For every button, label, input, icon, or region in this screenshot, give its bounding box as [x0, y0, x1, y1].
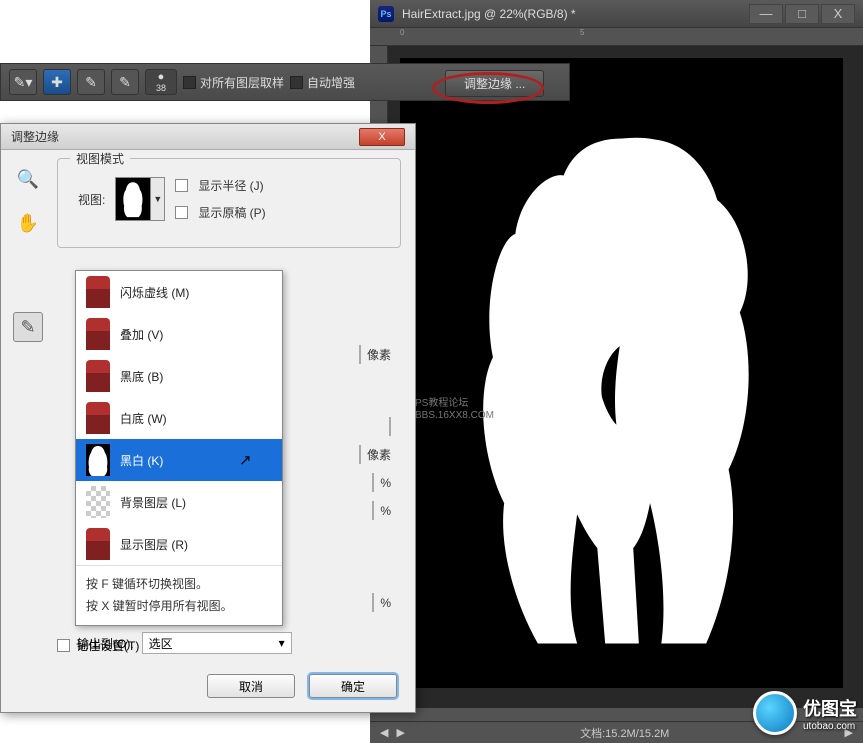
view-option-thumb — [86, 486, 110, 518]
view-option-5[interactable]: 背景图层 (L) — [76, 481, 282, 523]
view-option-thumb — [86, 528, 110, 560]
zoom-tool-icon[interactable]: 🔍 — [13, 164, 43, 194]
close-button[interactable]: X — [821, 4, 855, 24]
viewmode-group: 视图模式 视图: ▼ 显示半径 (J) 显示原稿 (P) — [57, 158, 401, 248]
ruler-horizontal: 0 5 — [370, 28, 863, 46]
cursor-icon: ↖ — [239, 451, 252, 469]
remember-label: 记住设置(T) — [76, 637, 139, 654]
view-option-label: 白底 (W) — [120, 410, 167, 427]
view-label: 视图: — [78, 191, 105, 208]
auto-enhance-checkbox[interactable] — [290, 76, 303, 89]
view-option-4[interactable]: 黑白 (K) ↖ — [76, 439, 282, 481]
watermark-line2: BBS.16XX8.COM — [415, 410, 494, 422]
minimize-button[interactable]: — — [749, 4, 783, 24]
ps-titlebar: Ps HairExtract.jpg @ 22%(RGB/8) * — □ X — [370, 0, 863, 28]
photoshop-window: Ps HairExtract.jpg @ 22%(RGB/8) * — □ X … — [370, 0, 863, 743]
show-radius-label: 显示半径 (J) — [198, 177, 263, 194]
tool-preset-picker[interactable]: ✎▾ — [9, 69, 37, 95]
dialog-title: 调整边缘 — [11, 128, 59, 145]
maximize-button[interactable]: □ — [785, 4, 819, 24]
show-original-checkbox[interactable] — [175, 206, 188, 219]
refine-edge-button[interactable]: 调整边缘 ... — [445, 70, 544, 97]
brush-size-value: 38 — [156, 83, 166, 93]
show-original-label: 显示原稿 (P) — [198, 204, 265, 221]
watermark: PS教程论坛 BBS.16XX8.COM — [415, 398, 494, 422]
view-option-thumb — [86, 318, 110, 350]
view-option-label: 黑底 (B) — [120, 368, 163, 385]
brand-logo: 优图宝 utobao.com — [753, 691, 857, 735]
hand-tool-icon[interactable]: ✋ — [13, 208, 43, 238]
dialog-close-button[interactable]: X — [359, 128, 405, 146]
view-option-0[interactable]: 闪烁虚线 (M) — [76, 271, 282, 313]
view-option-2[interactable]: 黑底 (B) — [76, 355, 282, 397]
refine-edge-dialog: 调整边缘 X 🔍 ✋ ✎ 视图模式 视图: ▼ 显示半径 (J) 显示原稿 (P… — [0, 123, 416, 713]
options-bar: ✎▾ ✚ ✎ ✎ ● 38 对所有图层取样 自动增强 调整边缘 ... — [0, 63, 570, 101]
ok-button[interactable]: 确定 — [309, 674, 397, 698]
canvas-area: 0 5 PS教程论坛 BBS.16XX8.COM — [370, 28, 863, 708]
feather-input[interactable] — [359, 445, 361, 464]
show-radius-checkbox[interactable] — [175, 179, 188, 192]
unit-px2: 像素 — [367, 448, 391, 462]
amount-input[interactable] — [372, 593, 374, 612]
dialog-titlebar[interactable]: 调整边缘 X — [1, 124, 415, 150]
view-option-1[interactable]: 叠加 (V) — [76, 313, 282, 355]
output-value: 选区 — [149, 635, 173, 652]
view-option-label: 叠加 (V) — [120, 326, 163, 343]
unit-pct3: % — [380, 596, 391, 610]
dropdown-hint2: 按 X 键暂时停用所有视图。 — [86, 596, 272, 618]
output-select[interactable]: 选区▾ — [142, 632, 292, 654]
dropdown-hint1: 按 F 键循环切换视图。 — [86, 574, 272, 596]
view-option-label: 背景图层 (L) — [120, 494, 186, 511]
smooth-input[interactable] — [389, 417, 391, 436]
view-option-thumb — [86, 444, 110, 476]
view-dropdown-arrow[interactable]: ▼ — [151, 177, 165, 221]
view-option-label: 显示图层 (R) — [120, 536, 188, 553]
logo-text: 优图宝 — [803, 695, 857, 721]
view-option-label: 闪烁虚线 (M) — [120, 284, 189, 301]
remember-row: 记住设置(T) — [57, 637, 139, 654]
brush-size-picker[interactable]: ● 38 — [145, 69, 177, 95]
view-option-3[interactable]: 白底 (W) — [76, 397, 282, 439]
status-docsize: 文档:15.2M/15.2M — [580, 725, 669, 741]
view-thumbnail[interactable] — [115, 177, 151, 221]
view-option-thumb — [86, 276, 110, 308]
view-option-6[interactable]: 显示图层 (R) — [76, 523, 282, 565]
remember-checkbox[interactable] — [57, 639, 70, 652]
document-title: HairExtract.jpg @ 22%(RGB/8) * — [402, 7, 576, 21]
view-option-thumb — [86, 402, 110, 434]
cancel-button[interactable]: 取消 — [207, 674, 295, 698]
watermark-line1: PS教程论坛 — [415, 398, 494, 410]
logo-subtext: utobao.com — [803, 721, 857, 732]
silhouette-mask — [453, 92, 790, 691]
brush-preset-icon[interactable]: ✎ — [111, 69, 139, 95]
auto-enhance-label: 自动增强 — [307, 74, 355, 91]
subtract-selection-icon[interactable]: ✎ — [77, 69, 105, 95]
unit-pct2: % — [380, 504, 391, 518]
canvas[interactable]: PS教程论坛 BBS.16XX8.COM — [400, 58, 843, 688]
view-dropdown-list: 闪烁虚线 (M) 叠加 (V) 黑底 (B) 白底 (W) 黑白 (K) ↖ 背景图层 (L… — [75, 270, 283, 626]
sample-all-label: 对所有图层取样 — [200, 74, 284, 91]
ps-app-icon: Ps — [378, 6, 394, 22]
view-option-label: 黑白 (K) — [120, 452, 163, 469]
unit-pct1: % — [380, 476, 391, 490]
radius-input[interactable] — [359, 345, 361, 364]
shift-input[interactable] — [372, 501, 374, 520]
unit-px: 像素 — [367, 348, 391, 362]
view-option-thumb — [86, 360, 110, 392]
contrast-input[interactable] — [372, 473, 374, 492]
sample-all-checkbox[interactable] — [183, 76, 196, 89]
refine-radius-tool-icon[interactable]: ✎ — [13, 312, 43, 342]
logo-icon — [753, 691, 797, 735]
add-to-selection-icon[interactable]: ✚ — [43, 69, 71, 95]
ruler-tick: 0 — [400, 28, 404, 37]
viewmode-legend: 视图模式 — [70, 150, 130, 167]
ruler-tick: 5 — [580, 28, 584, 37]
